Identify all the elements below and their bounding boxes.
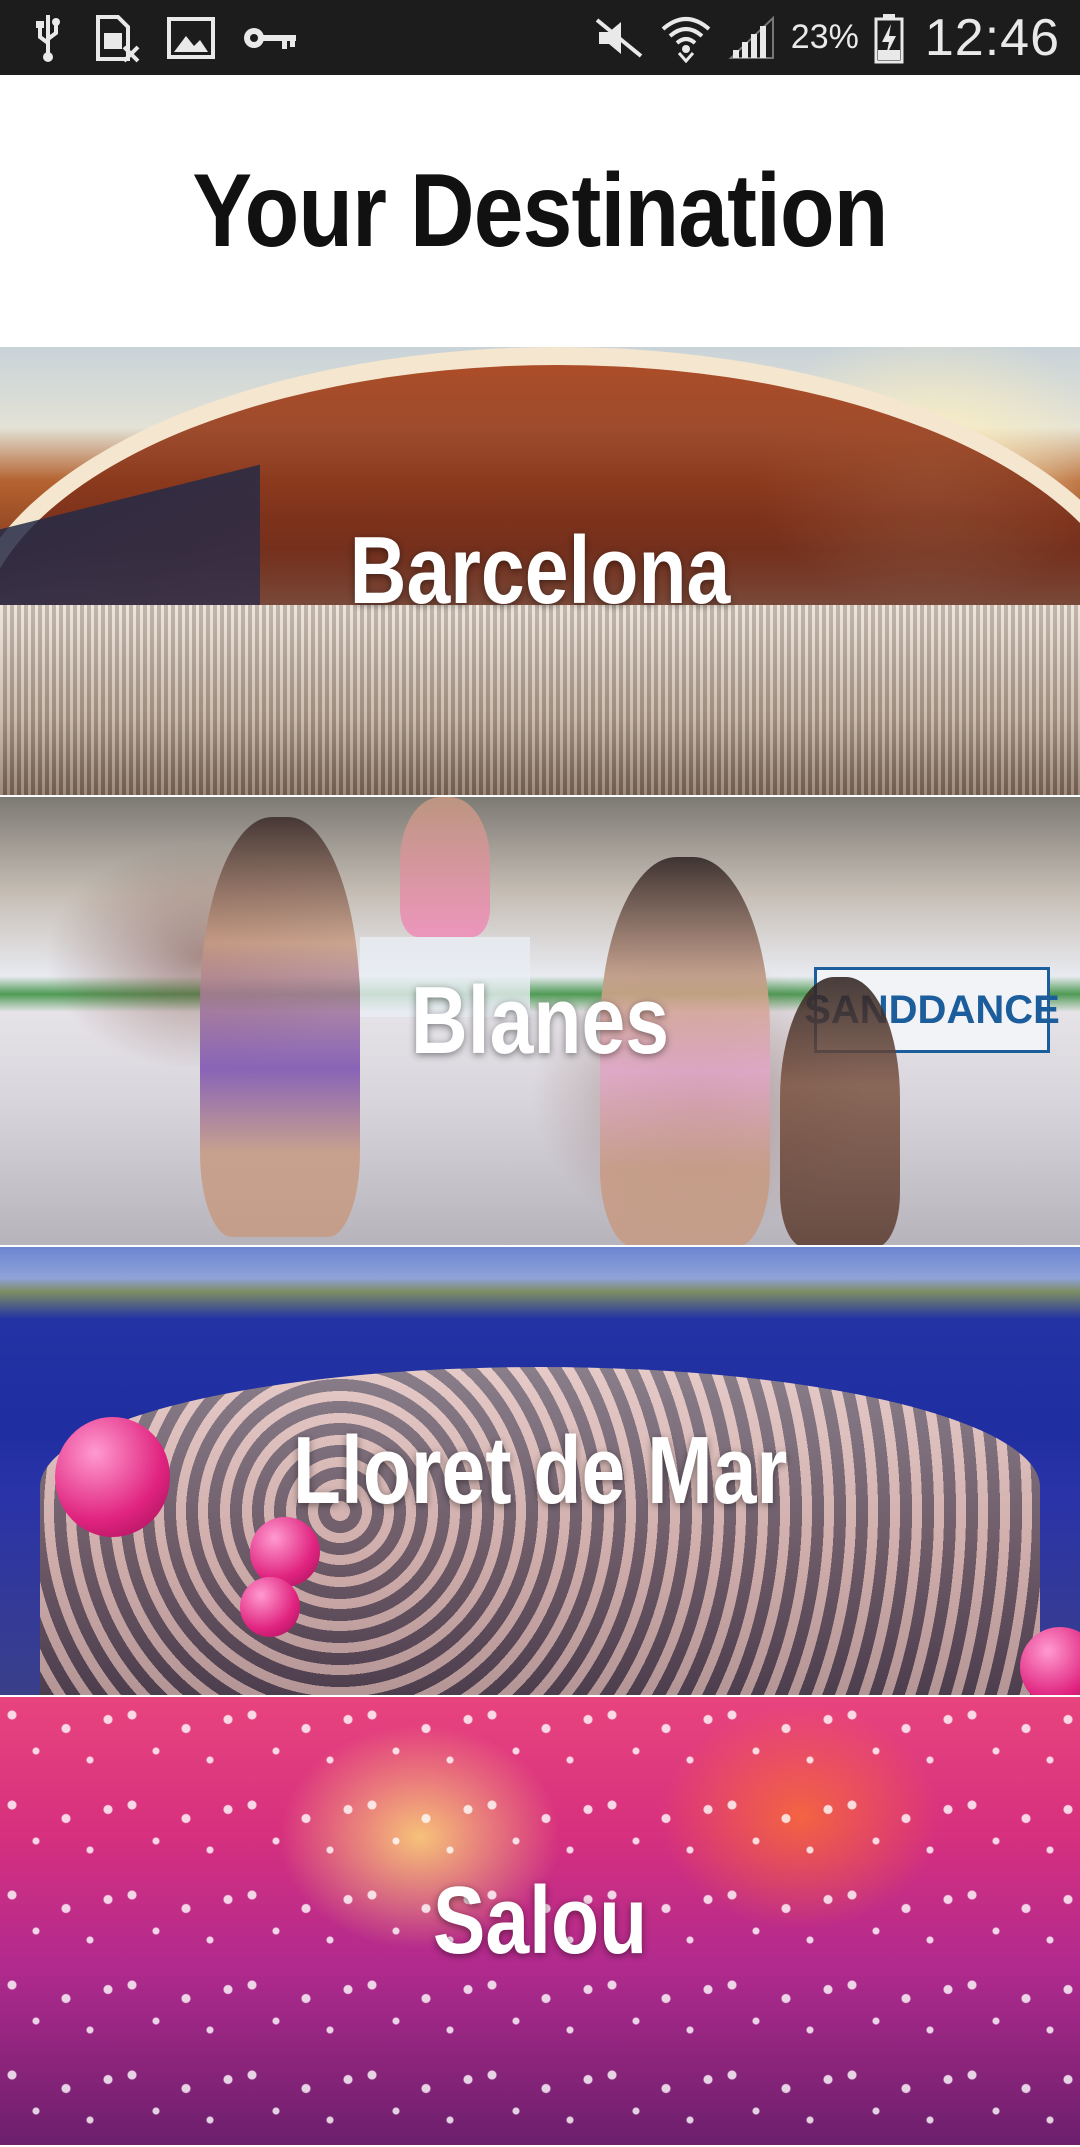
battery-percent: 23% (790, 18, 859, 56)
clock: 12:46 (924, 8, 1060, 67)
destination-name: Salou (432, 1867, 648, 1974)
status-bar: 23% 12:46 (0, 0, 1080, 75)
destination-card-salou[interactable]: Salou (0, 1697, 1080, 2147)
image-icon (166, 16, 216, 60)
signal-icon (727, 15, 777, 60)
destination-card-lloret-de-mar[interactable]: Lloret de Mar (0, 1247, 1080, 1697)
destination-card-barcelona[interactable]: Barcelona (0, 347, 1080, 797)
destination-name: Lloret de Mar (292, 1417, 788, 1524)
destination-list: Barcelona SANDDANCE Blanes Lloret de Mar… (0, 347, 1080, 2147)
usb-icon (30, 13, 66, 63)
battery-charging-icon (873, 12, 905, 64)
wifi-icon (659, 13, 713, 63)
destination-name: Barcelona (349, 517, 731, 624)
destination-card-blanes[interactable]: SANDDANCE Blanes (0, 797, 1080, 1247)
sim-card-missing-icon (92, 13, 140, 63)
page-title: Your Destination (192, 152, 888, 269)
mute-icon (593, 16, 645, 60)
key-icon (242, 23, 298, 53)
destination-name: Blanes (410, 967, 670, 1074)
